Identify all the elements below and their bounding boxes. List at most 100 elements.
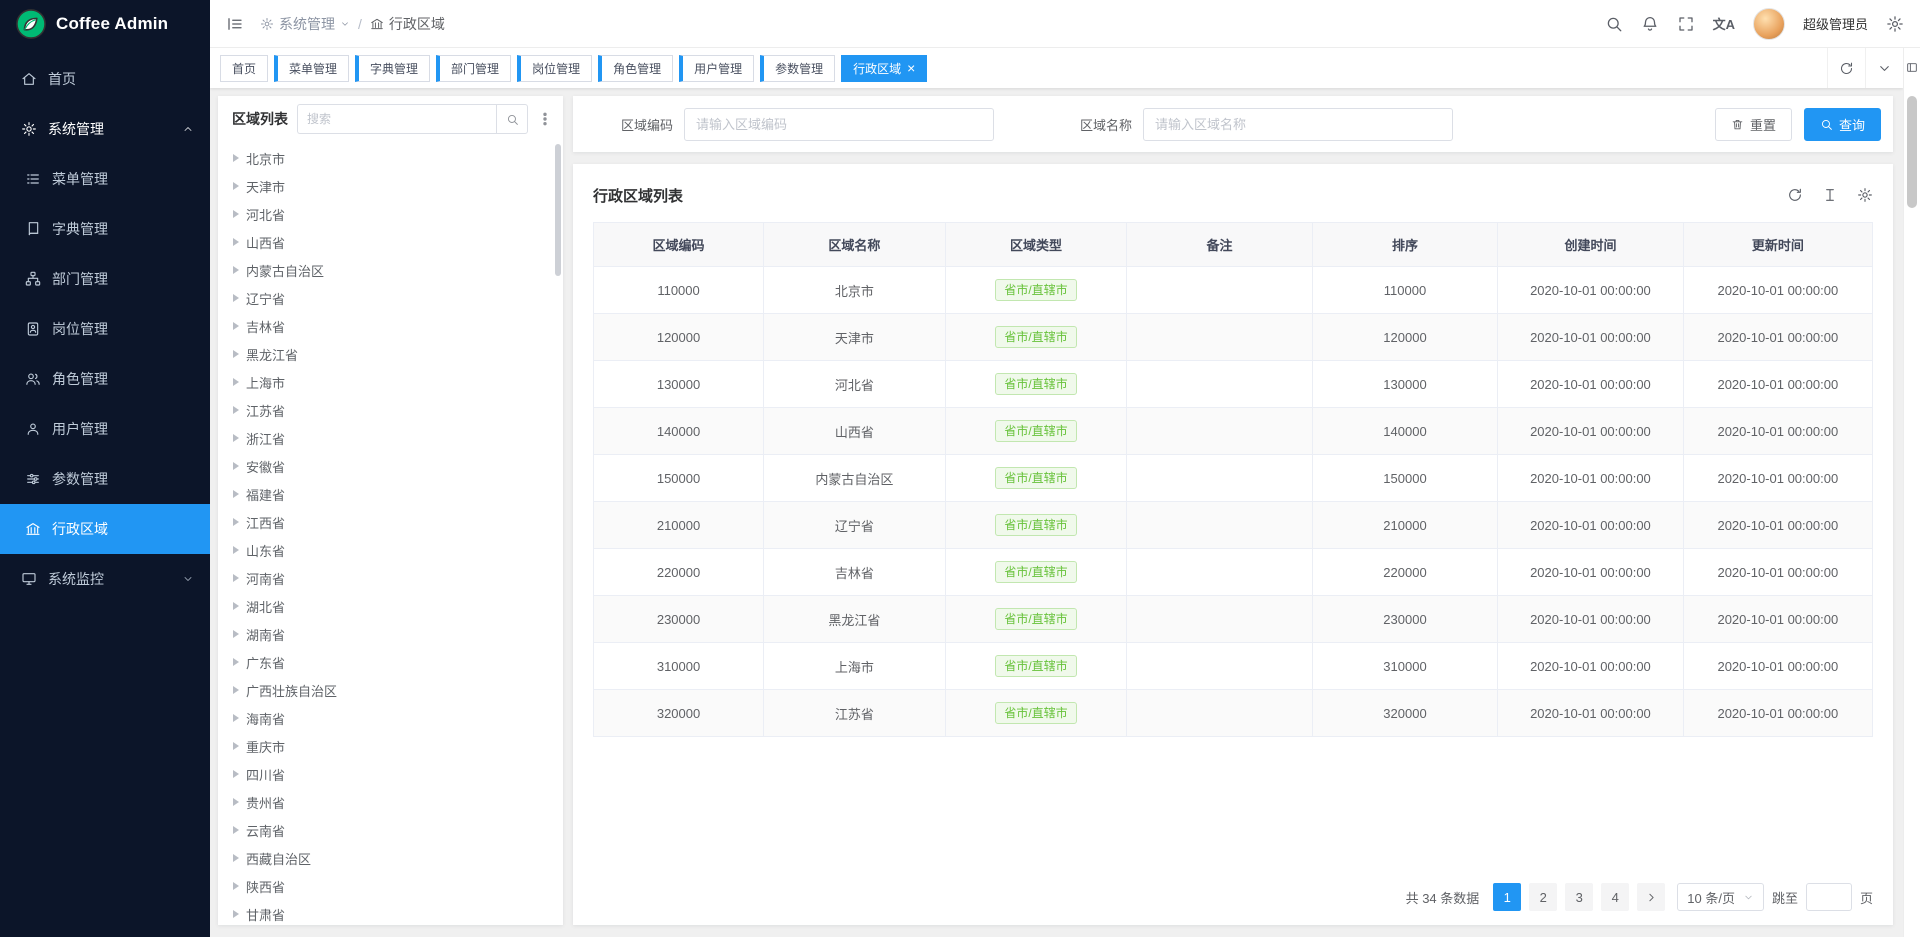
search-icon[interactable] xyxy=(496,104,528,134)
chevron-right-icon[interactable] xyxy=(233,574,239,582)
tree-item[interactable]: 山西省 xyxy=(218,228,563,256)
table-row[interactable]: 110000 北京市 省市/直辖市 110000 2020-10-01 00:0… xyxy=(594,267,1873,314)
tree-item[interactable]: 四川省 xyxy=(218,760,563,788)
chevron-right-icon[interactable] xyxy=(233,910,239,918)
gear-icon[interactable] xyxy=(1857,187,1873,203)
avatar[interactable] xyxy=(1753,8,1785,40)
chevron-right-icon[interactable] xyxy=(233,294,239,302)
chevron-right-icon[interactable] xyxy=(233,518,239,526)
chevron-right-icon[interactable] xyxy=(233,154,239,162)
chevron-down-icon[interactable] xyxy=(1865,48,1903,88)
chevron-right-icon[interactable] xyxy=(233,854,239,862)
tree-item[interactable]: 湖南省 xyxy=(218,620,563,648)
chevron-right-icon[interactable] xyxy=(233,770,239,778)
tree-item[interactable]: 辽宁省 xyxy=(218,284,563,312)
tab[interactable]: 部门管理 xyxy=(436,55,511,82)
gear-icon[interactable] xyxy=(1886,15,1904,33)
tab[interactable]: 用户管理 xyxy=(679,55,754,82)
tree-item[interactable]: 山东省 xyxy=(218,536,563,564)
table-row[interactable]: 310000 上海市 省市/直辖市 310000 2020-10-01 00:0… xyxy=(594,643,1873,690)
refresh-icon[interactable] xyxy=(1827,48,1865,88)
tree-item[interactable]: 云南省 xyxy=(218,816,563,844)
chevron-right-icon[interactable] xyxy=(233,350,239,358)
tree-item[interactable]: 甘肃省 xyxy=(218,900,563,925)
region-code-input[interactable] xyxy=(684,108,994,141)
table-row[interactable]: 230000 黑龙江省 省市/直辖市 230000 2020-10-01 00:… xyxy=(594,596,1873,643)
table-column-header[interactable]: 创建时间 xyxy=(1498,223,1683,267)
menu-fold-icon[interactable] xyxy=(226,15,244,33)
chevron-right-icon[interactable] xyxy=(233,490,239,498)
sidebar-item-region[interactable]: 行政区域 xyxy=(0,504,210,554)
tree-item[interactable]: 江苏省 xyxy=(218,396,563,424)
tree-item[interactable]: 陕西省 xyxy=(218,872,563,900)
tree-item[interactable]: 西藏自治区 xyxy=(218,844,563,872)
username[interactable]: 超级管理员 xyxy=(1803,14,1868,33)
tree-item[interactable]: 广东省 xyxy=(218,648,563,676)
pagination-page-button[interactable]: 1 xyxy=(1493,883,1521,911)
tab[interactable]: 角色管理 xyxy=(598,55,673,82)
scrollbar-thumb[interactable] xyxy=(1907,96,1917,208)
pagination-page-button[interactable]: 2 xyxy=(1529,883,1557,911)
tree-search-input[interactable] xyxy=(297,104,496,134)
chevron-right-icon[interactable] xyxy=(233,434,239,442)
tree-item[interactable]: 福建省 xyxy=(218,480,563,508)
chevron-right-icon[interactable] xyxy=(233,238,239,246)
tree-item[interactable]: 内蒙古自治区 xyxy=(218,256,563,284)
breadcrumb-root[interactable]: 系统管理 xyxy=(260,14,350,34)
tab[interactable]: 参数管理 xyxy=(760,55,835,82)
chevron-right-icon[interactable] xyxy=(233,546,239,554)
sidebar-item-user-mgmt[interactable]: 用户管理 xyxy=(0,404,210,454)
tree-item[interactable]: 贵州省 xyxy=(218,788,563,816)
chevron-right-icon[interactable] xyxy=(233,882,239,890)
table-row[interactable]: 120000 天津市 省市/直辖市 120000 2020-10-01 00:0… xyxy=(594,314,1873,361)
tree-item[interactable]: 浙江省 xyxy=(218,424,563,452)
chevron-right-icon[interactable] xyxy=(233,686,239,694)
search-icon[interactable] xyxy=(1605,15,1623,33)
tree-item[interactable]: 天津市 xyxy=(218,172,563,200)
chevron-right-icon[interactable] xyxy=(233,602,239,610)
tab[interactable]: 岗位管理 xyxy=(517,55,592,82)
sidebar-item-role-mgmt[interactable]: 角色管理 xyxy=(0,354,210,404)
chevron-right-icon[interactable] xyxy=(233,658,239,666)
pagination-page-button[interactable]: 4 xyxy=(1601,883,1629,911)
refresh-icon[interactable] xyxy=(1787,187,1803,203)
tree-scrollbar-thumb[interactable] xyxy=(555,144,561,276)
tree-item[interactable]: 吉林省 xyxy=(218,312,563,340)
chevron-right-icon[interactable] xyxy=(233,210,239,218)
chevron-right-icon[interactable] xyxy=(233,406,239,414)
table-column-header[interactable]: 备注 xyxy=(1127,223,1312,267)
table-column-header[interactable]: 区域名称 xyxy=(764,223,946,267)
table-column-header[interactable]: 区域类型 xyxy=(945,223,1127,267)
chevron-right-icon[interactable] xyxy=(233,826,239,834)
table-row[interactable]: 150000 内蒙古自治区 省市/直辖市 150000 2020-10-01 0… xyxy=(594,455,1873,502)
page-scrollbar[interactable] xyxy=(1903,48,1920,937)
pagination-page-button[interactable]: 3 xyxy=(1565,883,1593,911)
tab[interactable]: 行政区域 xyxy=(841,55,927,82)
tree-item[interactable]: 江西省 xyxy=(218,508,563,536)
sidebar-item-monitor[interactable]: 系统监控 xyxy=(0,554,210,604)
table-row[interactable]: 130000 河北省 省市/直辖市 130000 2020-10-01 00:0… xyxy=(594,361,1873,408)
chevron-right-icon[interactable] xyxy=(233,322,239,330)
table-row[interactable]: 210000 辽宁省 省市/直辖市 210000 2020-10-01 00:0… xyxy=(594,502,1873,549)
sidebar-item-dict-mgmt[interactable]: 字典管理 xyxy=(0,204,210,254)
chevron-right-icon[interactable] xyxy=(233,182,239,190)
layout-icon[interactable] xyxy=(1906,61,1919,74)
table-column-header[interactable]: 更新时间 xyxy=(1683,223,1872,267)
chevron-right-icon[interactable] xyxy=(233,462,239,470)
pagination-next-button[interactable] xyxy=(1637,883,1665,911)
tree-item[interactable]: 重庆市 xyxy=(218,732,563,760)
sidebar-item-dept-mgmt[interactable]: 部门管理 xyxy=(0,254,210,304)
sidebar-item-menu-mgmt[interactable]: 菜单管理 xyxy=(0,154,210,204)
region-name-input[interactable] xyxy=(1143,108,1453,141)
fullscreen-icon[interactable] xyxy=(1677,15,1695,33)
tab[interactable]: 菜单管理 xyxy=(274,55,349,82)
translate-icon[interactable]: 文A xyxy=(1713,14,1735,33)
reset-button[interactable]: 重置 xyxy=(1715,108,1792,141)
tree-item[interactable]: 海南省 xyxy=(218,704,563,732)
table-column-header[interactable]: 区域编码 xyxy=(594,223,764,267)
more-vertical-icon[interactable] xyxy=(537,111,553,127)
chevron-right-icon[interactable] xyxy=(233,630,239,638)
sidebar-item-system[interactable]: 系统管理 xyxy=(0,104,210,154)
table-column-header[interactable]: 排序 xyxy=(1312,223,1497,267)
sidebar-item-param-mgmt[interactable]: 参数管理 xyxy=(0,454,210,504)
